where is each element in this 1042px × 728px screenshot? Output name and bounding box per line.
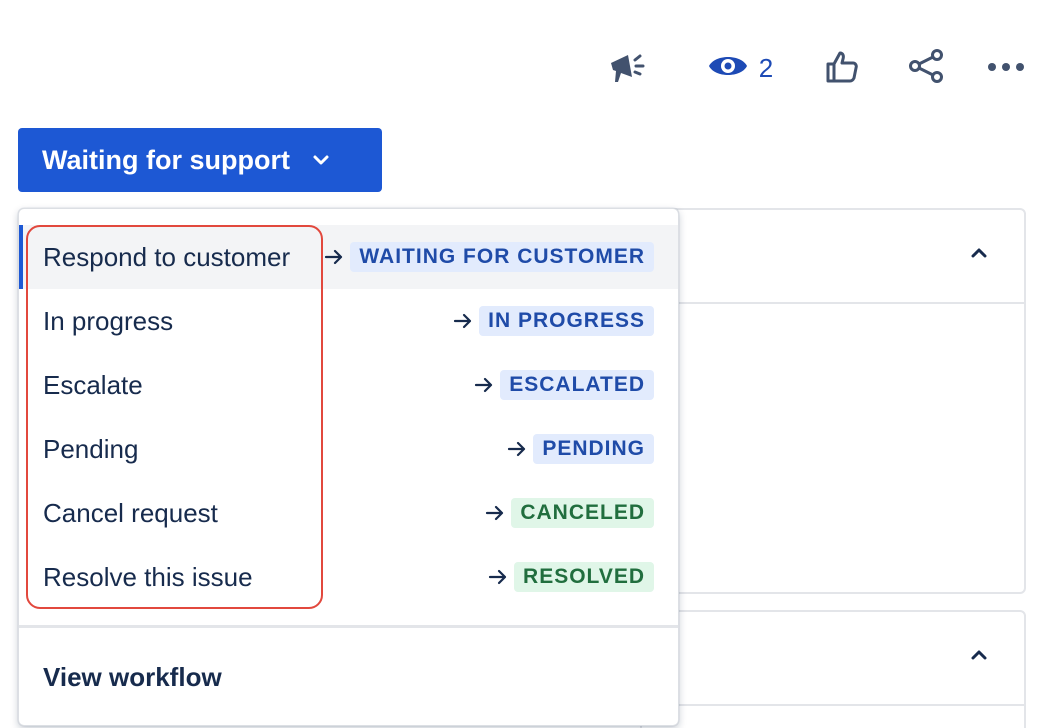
transition-label: Respond to customer (43, 241, 291, 272)
transition-label: In progress (43, 305, 174, 336)
details-panel (640, 208, 1026, 594)
more-icon (986, 59, 1026, 77)
watch-button[interactable]: 2 (698, 48, 782, 88)
megaphone-icon (606, 46, 648, 91)
transition-item-resolve-this-issue[interactable]: Resolve this issue RESOLVED (19, 545, 678, 609)
status-transition-button[interactable]: Waiting for support (18, 128, 382, 192)
transition-item-escalate[interactable]: Escalate ESCALATED (19, 353, 678, 417)
share-icon (906, 48, 946, 89)
panel-divider (642, 302, 1024, 304)
transition-label: Cancel request (43, 497, 218, 528)
arrow-right-icon (488, 568, 508, 586)
arrow-right-icon (507, 440, 527, 458)
arrow-right-icon (453, 312, 473, 330)
more-actions-button[interactable] (984, 48, 1028, 88)
transition-dropdown: Respond to customer WAITING FOR CUSTOMER… (18, 208, 679, 726)
panel-divider (642, 704, 1024, 706)
transition-item-pending[interactable]: Pending PENDING (19, 417, 678, 481)
transition-label: Resolve this issue (43, 561, 253, 592)
eye-icon (707, 51, 749, 86)
secondary-panel (640, 610, 1026, 728)
transition-label: Escalate (43, 369, 143, 400)
arrow-right-icon (474, 376, 494, 394)
status-lozenge: IN PROGRESS (479, 306, 654, 336)
chevron-down-icon (312, 154, 330, 166)
issue-view: 2 Waiting for support Respond to custome… (0, 0, 1042, 728)
arrow-right-icon (485, 504, 505, 522)
status-lozenge: CANCELED (511, 498, 654, 528)
watch-count: 2 (758, 52, 774, 83)
share-button[interactable] (904, 48, 948, 88)
transition-item-in-progress[interactable]: In progress IN PROGRESS (19, 289, 678, 353)
thumbs-up-icon (824, 48, 860, 89)
view-workflow-link[interactable]: View workflow (19, 645, 678, 709)
dropdown-divider (19, 625, 678, 628)
arrow-right-icon (324, 248, 344, 266)
status-lozenge: WAITING FOR CUSTOMER (350, 242, 654, 272)
transition-item-cancel-request[interactable]: Cancel request CANCELED (19, 481, 678, 545)
vote-button[interactable] (820, 48, 864, 88)
transition-item-respond-to-customer[interactable]: Respond to customer WAITING FOR CUSTOMER (19, 225, 678, 289)
status-lozenge: ESCALATED (500, 370, 654, 400)
chevron-up-icon[interactable] (970, 648, 988, 666)
status-label: Waiting for support (42, 144, 290, 175)
transition-label: Pending (43, 433, 139, 464)
feedback-button[interactable] (603, 48, 651, 88)
chevron-up-icon[interactable] (970, 246, 988, 264)
status-lozenge: RESOLVED (514, 562, 654, 592)
status-lozenge: PENDING (533, 434, 654, 464)
